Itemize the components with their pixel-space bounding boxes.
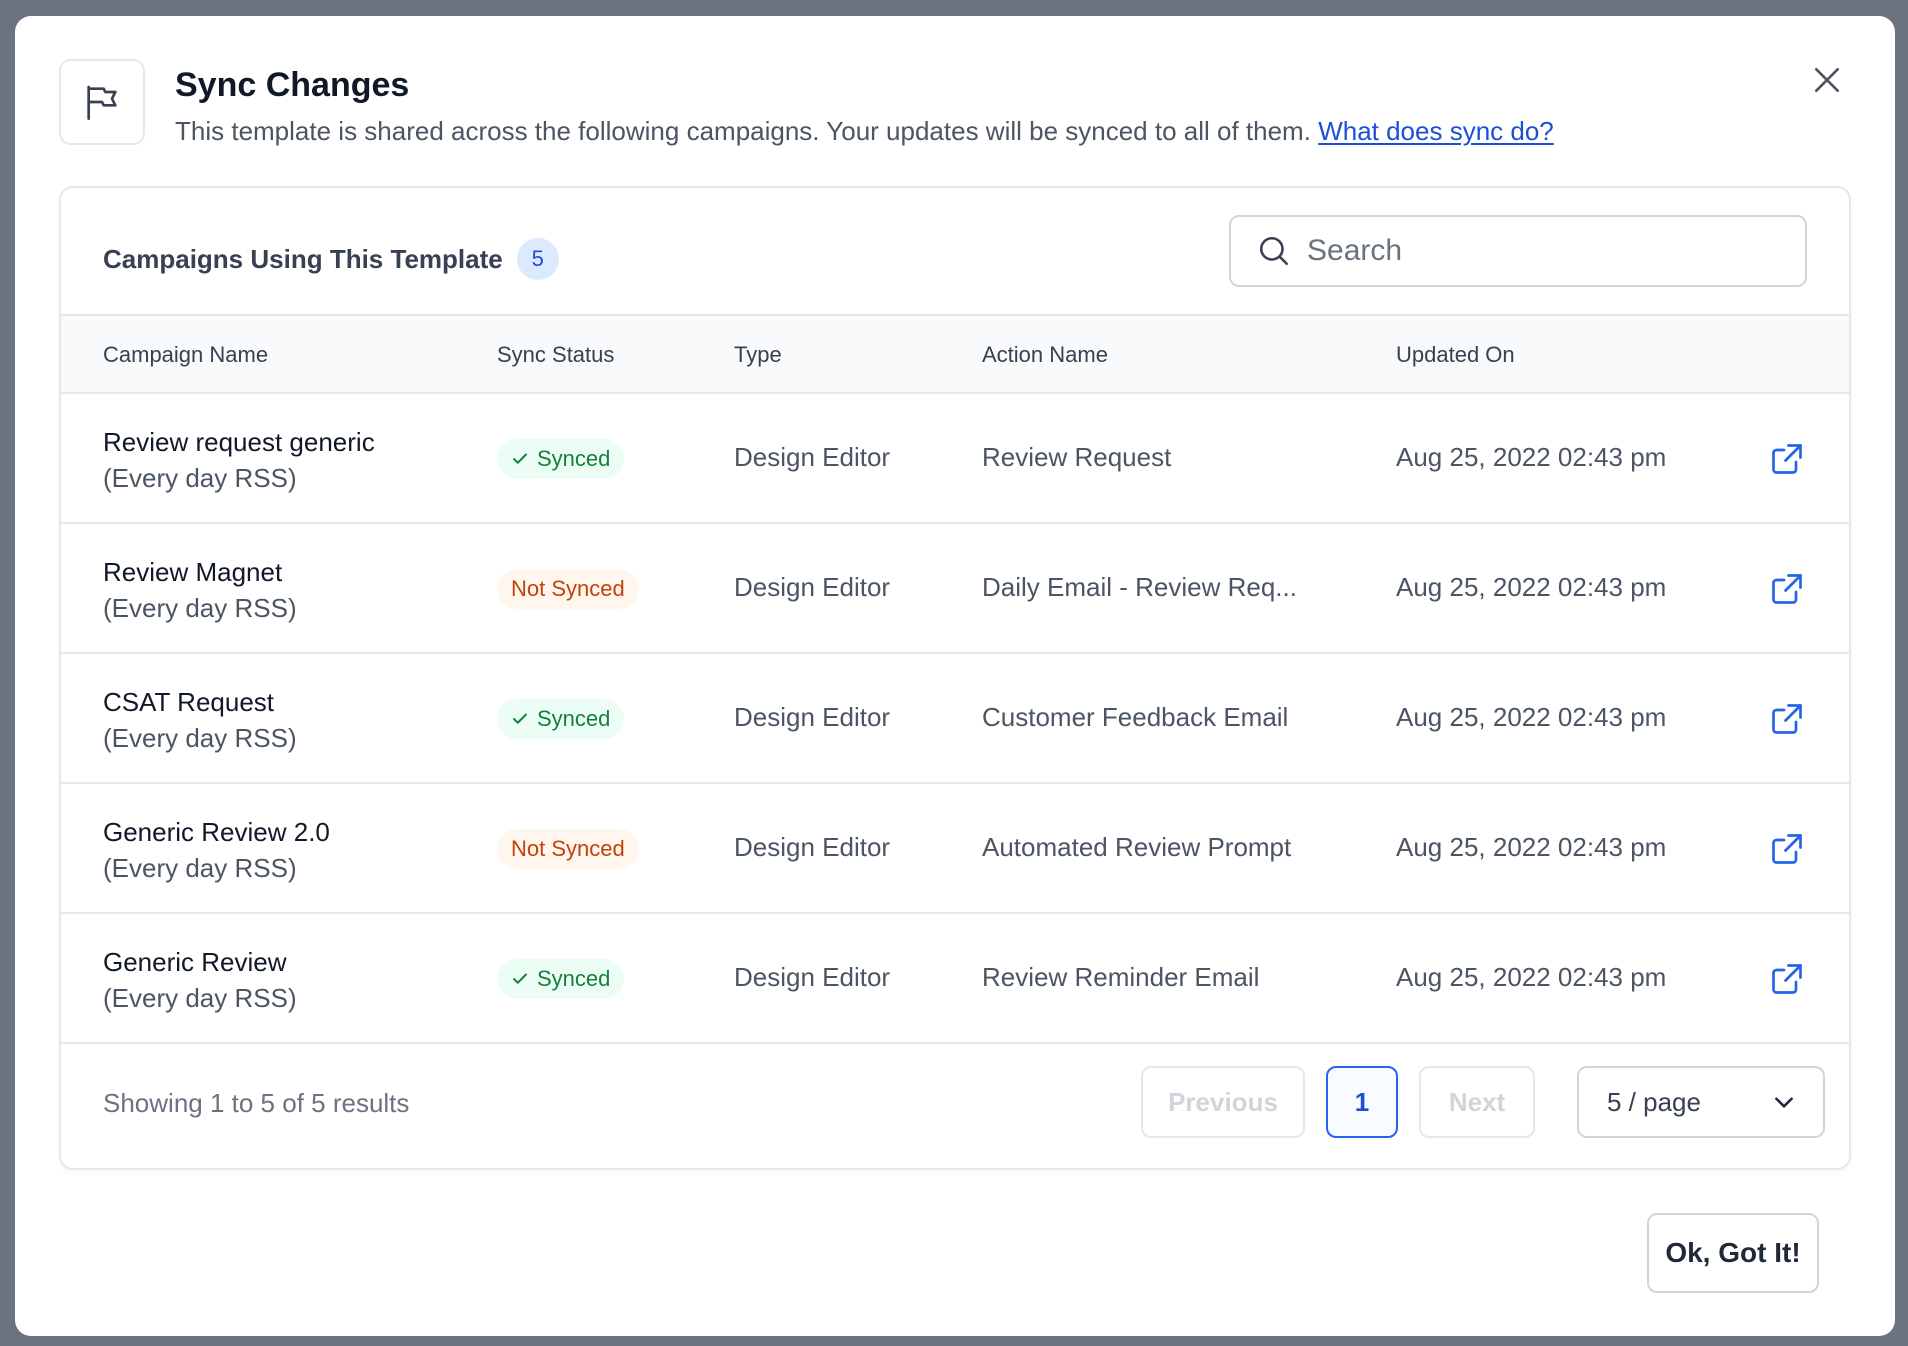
updated-on-cell: Aug 25, 2022 02:43 pm: [1396, 442, 1667, 472]
campaign-name-cell: Review request generic (Every day RSS): [103, 424, 375, 496]
type-cell: Design Editor: [734, 962, 891, 992]
updated-on-cell: Aug 25, 2022 02:43 pm: [1396, 702, 1667, 732]
campaign-schedule: (Every day RSS): [103, 853, 297, 883]
column-header-action-name: Action Name: [982, 342, 1108, 367]
flag-icon: [87, 85, 117, 120]
status-badge: Synced: [497, 439, 625, 479]
status-badge: Synced: [497, 959, 625, 999]
page-size-select[interactable]: 5 / page: [1577, 1066, 1825, 1138]
search-input[interactable]: [1307, 234, 1767, 268]
table-row: Review Magnet (Every day RSS) Not Synced…: [61, 524, 1849, 654]
check-icon: [513, 713, 527, 724]
campaign-schedule: (Every day RSS): [103, 723, 297, 753]
search-box[interactable]: [1229, 215, 1807, 287]
ok-got-it-button[interactable]: Ok, Got It!: [1647, 1213, 1819, 1293]
dialog-subtitle: This template is shared across the follo…: [175, 116, 1554, 147]
close-icon: [1815, 68, 1839, 92]
open-campaign-button[interactable]: [1769, 441, 1805, 477]
action-name-cell: Daily Email - Review Req...: [982, 572, 1297, 602]
open-campaign-button[interactable]: [1769, 831, 1805, 867]
results-summary: Showing 1 to 5 of 5 results: [103, 1088, 410, 1118]
campaign-name-cell: CSAT Request (Every day RSS): [103, 684, 297, 756]
table-header: Campaign Name Sync Status Type Action Na…: [61, 316, 1849, 394]
type-cell: Design Editor: [734, 832, 891, 862]
action-name-cell: Review Reminder Email: [982, 962, 1260, 992]
campaign-schedule: (Every day RSS): [103, 593, 297, 623]
table-row: Generic Review 2.0 (Every day RSS) Not S…: [61, 784, 1849, 914]
dialog-title: Sync Changes: [175, 66, 410, 104]
column-header-updated-on: Updated On: [1396, 342, 1515, 367]
updated-on-cell: Aug 25, 2022 02:43 pm: [1396, 572, 1667, 602]
campaign-name-cell: Generic Review (Every day RSS): [103, 944, 297, 1016]
campaign-count-badge: 5: [516, 238, 559, 280]
card-header: Campaigns Using This Template 5: [61, 188, 1849, 316]
type-cell: Design Editor: [734, 702, 891, 732]
flag-icon-box: [59, 59, 145, 145]
column-header-sync-status: Sync Status: [497, 342, 615, 367]
status-badge: Not Synced: [497, 569, 639, 609]
open-campaign-button[interactable]: [1769, 701, 1805, 737]
column-header-type: Type: [734, 342, 782, 367]
campaign-name: Review Magnet: [103, 557, 283, 587]
status-text: Synced: [537, 966, 611, 991]
status-badge: Not Synced: [497, 829, 639, 869]
check-icon: [513, 973, 527, 984]
open-campaign-button[interactable]: [1769, 571, 1805, 607]
campaign-name-cell: Review Magnet (Every day RSS): [103, 554, 297, 626]
external-link-icon: [1772, 834, 1802, 864]
previous-page-button[interactable]: Previous: [1141, 1066, 1305, 1138]
campaign-name: Generic Review: [103, 947, 287, 977]
page-size-value: 5 / page: [1607, 1086, 1701, 1117]
dialog-subtitle-text: This template is shared across the follo…: [175, 116, 1311, 146]
status-text: Not Synced: [511, 576, 625, 601]
status-text: Synced: [537, 446, 611, 471]
chevron-down-icon: [1775, 1097, 1793, 1108]
check-icon: [513, 453, 527, 464]
close-button[interactable]: [1803, 56, 1851, 104]
table-row: CSAT Request (Every day RSS) Synced Desi…: [61, 654, 1849, 784]
campaign-name: Generic Review 2.0: [103, 817, 330, 847]
type-cell: Design Editor: [734, 572, 891, 602]
page-1-button[interactable]: 1: [1326, 1066, 1398, 1138]
action-name-cell: Automated Review Prompt: [982, 832, 1292, 862]
campaign-name: Review request generic: [103, 427, 375, 457]
open-campaign-button[interactable]: [1769, 961, 1805, 997]
type-cell: Design Editor: [734, 442, 891, 472]
table-row: Review request generic (Every day RSS) S…: [61, 394, 1849, 524]
action-name-cell: Customer Feedback Email: [982, 702, 1289, 732]
status-badge: Synced: [497, 699, 625, 739]
external-link-icon: [1772, 704, 1802, 734]
external-link-icon: [1772, 444, 1802, 474]
campaign-schedule: (Every day RSS): [103, 983, 297, 1013]
what-does-sync-do-link[interactable]: What does sync do?: [1318, 116, 1554, 146]
table-row: Generic Review (Every day RSS) Synced De…: [61, 914, 1849, 1044]
campaign-schedule: (Every day RSS): [103, 463, 297, 493]
search-icon: [1259, 236, 1289, 266]
campaigns-card: Campaigns Using This Template 5 Campaign…: [59, 186, 1851, 1170]
action-name-cell: Review Request: [982, 442, 1172, 472]
card-title: Campaigns Using This Template 5: [103, 238, 559, 280]
campaign-name-cell: Generic Review 2.0 (Every day RSS): [103, 814, 330, 886]
column-header-campaign-name: Campaign Name: [103, 342, 269, 367]
pagination-footer: Showing 1 to 5 of 5 results Previous 1 N…: [61, 1044, 1849, 1162]
external-link-icon: [1772, 574, 1802, 604]
sync-changes-dialog: Sync Changes This template is shared acr…: [15, 16, 1895, 1336]
status-text: Synced: [537, 706, 611, 731]
external-link-icon: [1772, 964, 1802, 994]
status-text: Not Synced: [511, 836, 625, 861]
updated-on-cell: Aug 25, 2022 02:43 pm: [1396, 832, 1667, 862]
updated-on-cell: Aug 25, 2022 02:43 pm: [1396, 962, 1667, 992]
next-page-button[interactable]: Next: [1419, 1066, 1535, 1138]
card-title-text: Campaigns Using This Template: [103, 243, 503, 274]
campaign-name: CSAT Request: [103, 687, 275, 717]
